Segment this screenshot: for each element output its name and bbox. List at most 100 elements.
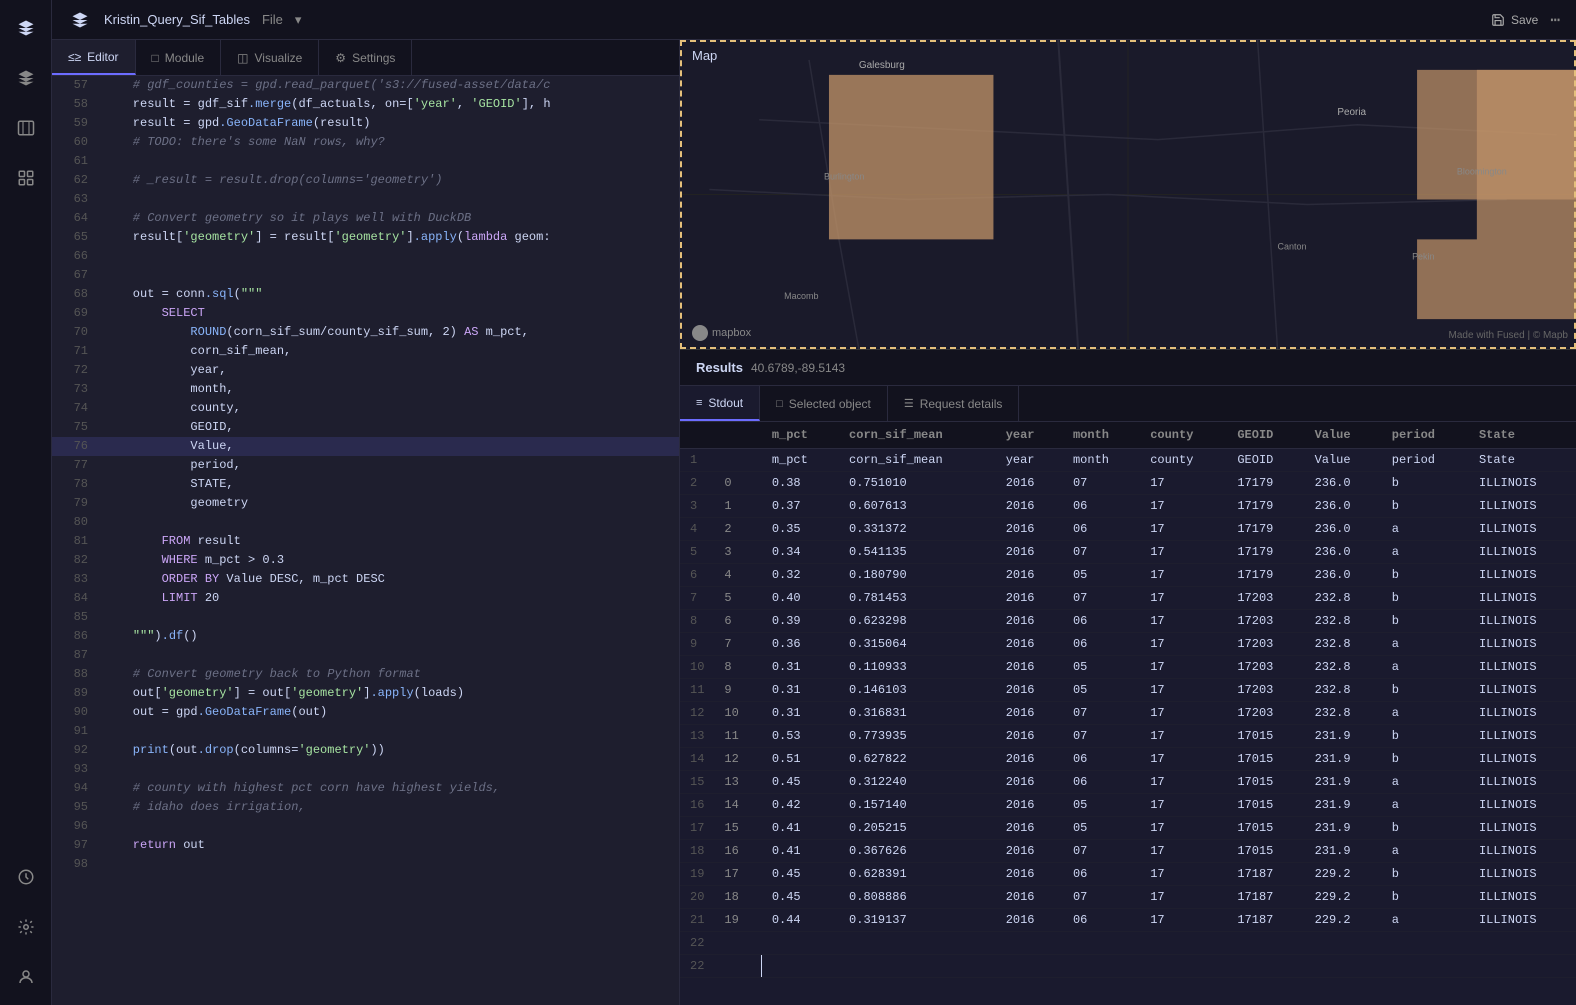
code-line: 78 STATE,: [52, 475, 679, 494]
svg-text:Pekin: Pekin: [1412, 251, 1434, 261]
cell-geoid: 17179: [1227, 495, 1304, 518]
cell-month: 06: [1063, 771, 1140, 794]
cell-state: ILLINOIS: [1469, 771, 1576, 794]
map-icon[interactable]: [10, 112, 42, 144]
code-line: 79 geometry: [52, 494, 679, 513]
cell-county: 17: [1140, 564, 1227, 587]
table-row: 22: [680, 932, 1576, 955]
cell-m_pct: [762, 932, 839, 955]
table-row: 970.360.3150642016061717203232.8aILLINOI…: [680, 633, 1576, 656]
results-tabs: ≡ Stdout □ Selected object ☰ Request det…: [680, 386, 1576, 422]
table-row: 21190.440.3191372016061717187229.2aILLIN…: [680, 909, 1576, 932]
cell-corn_sif_mean: 0.628391: [839, 863, 996, 886]
tab-module[interactable]: □ Module: [136, 40, 222, 75]
tab-request-details[interactable]: ☰ Request details: [888, 386, 1020, 421]
code-line: 73 month,: [52, 380, 679, 399]
cell-value: 231.9: [1305, 817, 1382, 840]
cell-month: 07: [1063, 587, 1140, 610]
row-index: [714, 449, 761, 472]
tab-editor[interactable]: ≤≥ Editor: [52, 40, 136, 75]
cell-period: a: [1382, 702, 1469, 725]
row-number: 15: [680, 771, 714, 794]
cell-geoid: 17203: [1227, 610, 1304, 633]
map-attribution: Made with Fused | © Mapb: [1449, 330, 1568, 341]
table-row: 1m_pctcorn_sif_meanyearmonthcountyGEOIDV…: [680, 449, 1576, 472]
code-line: 83 ORDER BY Value DESC, m_pct DESC: [52, 570, 679, 589]
table-row: 640.320.1807902016051717179236.0bILLINOI…: [680, 564, 1576, 587]
cell-month: 06: [1063, 863, 1140, 886]
cell-period: b: [1382, 587, 1469, 610]
file-menu[interactable]: File: [262, 12, 283, 27]
row-index: 17: [714, 863, 761, 886]
row-index: 8: [714, 656, 761, 679]
tab-stdout[interactable]: ≡ Stdout: [680, 386, 760, 421]
cell-month: [1063, 932, 1140, 955]
cell-corn_sif_mean: 0.146103: [839, 679, 996, 702]
row-number: 20: [680, 886, 714, 909]
col-month: month: [1063, 422, 1140, 449]
data-table-wrapper[interactable]: m_pct corn_sif_mean year month county GE…: [680, 422, 1576, 1005]
grid-icon[interactable]: [10, 162, 42, 194]
table-row: 15130.450.3122402016061717015231.9aILLIN…: [680, 771, 1576, 794]
cell-year: [996, 932, 1063, 955]
tab-visualize[interactable]: ◫ Visualize: [221, 40, 319, 75]
cell-value: 232.8: [1305, 702, 1382, 725]
cell-corn_sif_mean: 0.315064: [839, 633, 996, 656]
cell-month: 06: [1063, 495, 1140, 518]
save-button[interactable]: Save: [1491, 13, 1538, 27]
cell-period: b: [1382, 817, 1469, 840]
request-details-icon: ☰: [904, 397, 914, 410]
cell-county: 17: [1140, 863, 1227, 886]
cell-county: 17: [1140, 840, 1227, 863]
user-icon[interactable]: [10, 961, 42, 993]
row-number: 2: [680, 472, 714, 495]
code-line: 80: [52, 513, 679, 532]
cell-month: 07: [1063, 840, 1140, 863]
col-state: State: [1469, 422, 1576, 449]
app-logo: [68, 8, 92, 32]
table-row: 1080.310.1109332016051717203232.8aILLINO…: [680, 656, 1576, 679]
cell-m_pct: 0.51: [762, 748, 839, 771]
row-index: 5: [714, 587, 761, 610]
table-row: 17150.410.2052152016051717015231.9bILLIN…: [680, 817, 1576, 840]
row-number: 18: [680, 840, 714, 863]
results-panel: Results 40.6789,-89.5143 ≡ Stdout □ Sele…: [680, 350, 1576, 1005]
cell-m_pct: 0.41: [762, 817, 839, 840]
layers-icon[interactable]: [10, 62, 42, 94]
cell-county: 17: [1140, 817, 1227, 840]
code-editor[interactable]: 57 # gdf_counties = gpd.read_parquet('s3…: [52, 76, 679, 1005]
row-index: 6: [714, 610, 761, 633]
row-index: 7: [714, 633, 761, 656]
main-area: Kristin_Query_Sif_Tables File ▾ Save ⋯ ≤…: [52, 0, 1576, 1005]
cell-m_pct: 0.37: [762, 495, 839, 518]
row-number: 3: [680, 495, 714, 518]
cell-state: ILLINOIS: [1469, 748, 1576, 771]
cell-corn_sif_mean: 0.205215: [839, 817, 996, 840]
cell-year: 2016: [996, 587, 1063, 610]
row-index: 13: [714, 771, 761, 794]
cell-period: b: [1382, 679, 1469, 702]
cell-state: [1469, 932, 1576, 955]
code-line: 67: [52, 266, 679, 285]
code-line: 71 corn_sif_mean,: [52, 342, 679, 361]
logo-icon: [10, 12, 42, 44]
tab-selected-object[interactable]: □ Selected object: [760, 386, 888, 421]
cell-corn_sif_mean: 0.157140: [839, 794, 996, 817]
more-options-icon[interactable]: ⋯: [1550, 10, 1560, 30]
code-line: 92 print(out.drop(columns='geometry')): [52, 741, 679, 760]
cell-month: 07: [1063, 725, 1140, 748]
settings-icon[interactable]: [10, 911, 42, 943]
tab-settings[interactable]: ⚙ Settings: [319, 40, 412, 75]
cell-m_pct: 0.45: [762, 771, 839, 794]
code-line: 98: [52, 855, 679, 874]
content-row: ≤≥ Editor □ Module ◫ Visualize ⚙ Setting…: [52, 40, 1576, 1005]
cell-month: 05: [1063, 679, 1140, 702]
cell-state: ILLINOIS: [1469, 564, 1576, 587]
cell-value: Value: [1305, 449, 1382, 472]
cell-period: b: [1382, 472, 1469, 495]
clock-icon[interactable]: [10, 861, 42, 893]
cell-period: b: [1382, 748, 1469, 771]
code-line: 82 WHERE m_pct > 0.3: [52, 551, 679, 570]
row-number: 8: [680, 610, 714, 633]
cell-m_pct: 0.41: [762, 840, 839, 863]
